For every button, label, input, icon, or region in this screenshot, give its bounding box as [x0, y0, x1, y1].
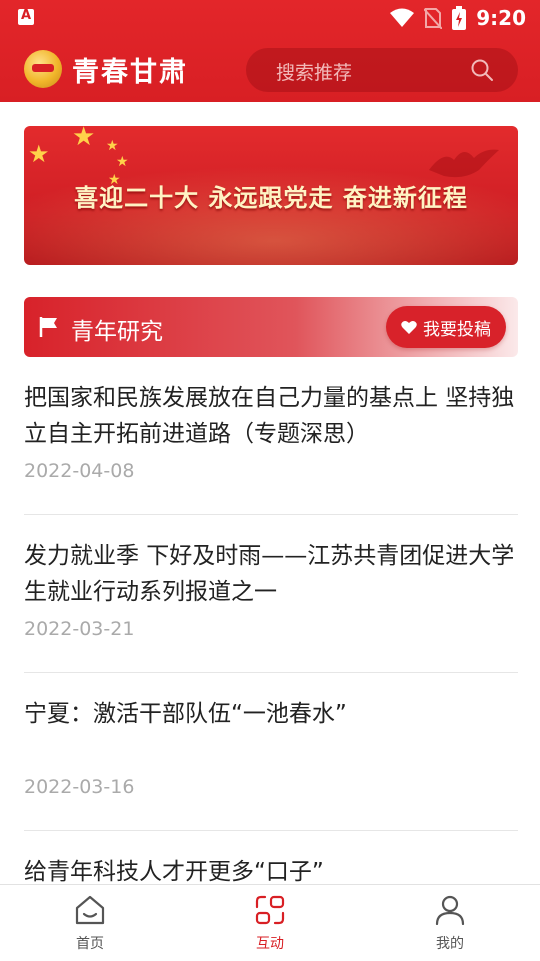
status-time: 9:20: [476, 6, 526, 30]
person-icon: [435, 895, 465, 926]
search-placeholder: 搜索推荐: [276, 62, 353, 84]
home-icon: [75, 895, 105, 925]
top-bar: 9:20 青春甘肃 搜索推荐: [0, 0, 540, 102]
article-title: 把国家和民族发展放在自己力量的基点上 坚持独立自主开拓前进道路（专题深思）: [24, 385, 515, 447]
flag-icon: [39, 317, 57, 337]
tab-interact-label: 互动: [256, 936, 284, 952]
bottom-tab-bar: 首页 互动 我的: [0, 884, 540, 961]
interact-icon: [255, 895, 285, 925]
article-date: 2022-03-21: [24, 618, 135, 640]
tab-home-label: 首页: [76, 936, 104, 952]
no-sim-icon: [424, 8, 443, 29]
wifi-icon: [390, 8, 415, 27]
article-date: 2022-03-16: [24, 776, 135, 798]
heart-icon: [401, 320, 417, 334]
notification-icon: [18, 8, 34, 25]
section-title: 青年研究: [71, 319, 163, 345]
article-title: 宁夏：激活干部队伍“一池春水”: [24, 701, 347, 727]
star-icon: ★: [72, 126, 96, 152]
battery-icon: [452, 6, 467, 30]
article-title: 发力就业季 下好及时雨——江苏共青团促进大学生就业行动系列报道之一: [24, 543, 515, 605]
app-logo-icon: [24, 50, 62, 88]
star-icon: ★: [116, 154, 129, 170]
search-icon[interactable]: [470, 58, 494, 82]
banner[interactable]: ★ ★ ★ ★ ★ 喜迎二十大 永远跟党走 奋进新征程: [24, 126, 518, 265]
star-icon: ★: [28, 140, 50, 168]
tab-mine[interactable]: 我的: [400, 895, 500, 953]
search-bar[interactable]: 搜索推荐: [246, 48, 518, 92]
submit-article-button[interactable]: 我要投稿: [386, 306, 506, 348]
article-date: 2022-04-08: [24, 460, 135, 482]
list-item[interactable]: 宁夏：激活干部队伍“一池春水” 2022-03-16: [24, 696, 518, 831]
banner-slogan: 喜迎二十大 永远跟党走 奋进新征程: [74, 184, 468, 212]
app-bar: 青春甘肃 搜索推荐: [0, 44, 540, 98]
list-item[interactable]: 发力就业季 下好及时雨——江苏共青团促进大学生就业行动系列报道之一 2022-0…: [24, 538, 518, 673]
app-title: 青春甘肃: [72, 57, 188, 88]
list-item[interactable]: 把国家和民族发展放在自己力量的基点上 坚持独立自主开拓前进道路（专题深思） 20…: [24, 380, 518, 515]
tab-home[interactable]: 首页: [40, 895, 140, 953]
star-icon: ★: [106, 138, 119, 154]
status-bar: 9:20: [0, 0, 540, 36]
section-header: 青年研究 我要投稿: [24, 297, 518, 357]
tab-interact[interactable]: 互动: [220, 895, 320, 953]
submit-article-label: 我要投稿: [423, 319, 491, 340]
tab-mine-label: 我的: [436, 936, 464, 952]
